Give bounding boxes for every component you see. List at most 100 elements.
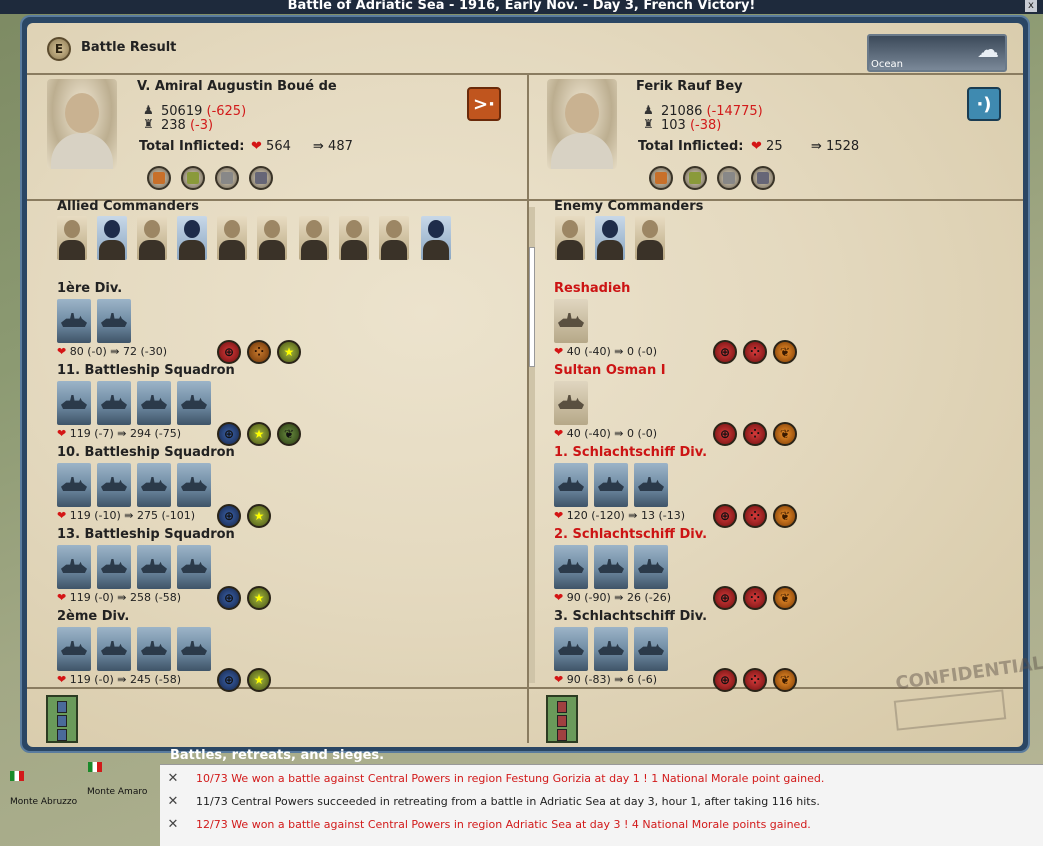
attack-icon: ⇛ [110,345,120,358]
enemy-ships: 103 (-38) [661,118,722,133]
attack-icon: ⇛ [313,139,324,154]
commander-icon[interactable] [339,216,369,260]
battleship-icon[interactable] [634,463,668,507]
tactic-icon[interactable] [147,166,171,190]
enemy-morale-bar [546,695,578,743]
battleship-icon[interactable] [97,627,131,671]
unit-stats: ❤ 80 (-0) ⇛ 72 (-30) [57,345,168,358]
battleship-icon[interactable] [554,545,588,589]
attack-posture-button[interactable]: >· [467,87,501,121]
battleship-icon[interactable] [594,545,628,589]
battleship-icon[interactable] [97,381,131,425]
battleship-icon[interactable] [57,463,91,507]
battleship-icon[interactable] [594,627,628,671]
battleship-icon[interactable] [57,627,91,671]
battleship-icon[interactable] [554,299,588,343]
rain-cloud-icon: ☁ [977,38,999,63]
tactic-icon[interactable] [649,166,673,190]
battleship-icon[interactable] [137,381,171,425]
link-icon[interactable] [717,166,741,190]
list-item[interactable]: ✕ 10/73 We won a battle against Central … [160,768,1043,790]
heart-icon: ❤ [554,427,564,440]
fleet-icon[interactable] [751,166,775,190]
battleship-icon[interactable] [177,627,211,671]
commander-icon[interactable] [257,216,287,260]
event-button[interactable]: E [47,37,71,61]
battleship-icon[interactable] [137,463,171,507]
captain-icon[interactable] [97,216,127,260]
star-icon: ★ [277,340,301,364]
unit-name[interactable]: 10. Battleship Squadron [57,445,235,460]
battleship-icon[interactable] [57,545,91,589]
formation-icon[interactable] [181,166,205,190]
unit-name[interactable]: 1ère Div. [57,281,122,296]
battle-result-window: E Battle Result ☁ Ocean V. Amiral August… [20,15,1043,753]
unit-stats: ❤ 119 (-7) ⇛ 294 (-75) [57,427,182,440]
battleship-icon[interactable] [57,299,91,343]
unit-name[interactable]: 1. Schlachtschiff Div. [554,445,707,460]
commander-icon[interactable] [555,216,585,260]
attack-icon: ⇛ [811,139,822,154]
commander-icon[interactable] [57,216,87,260]
battleship-icon[interactable] [97,545,131,589]
star-icon: ★ [247,422,271,446]
enemy-commander-portrait[interactable] [547,79,617,169]
unit-name[interactable]: 13. Battleship Squadron [57,527,235,542]
list-item[interactable]: ✕ 11/73 Central Powers succeeded in retr… [160,791,1043,813]
unit-name[interactable]: 3. Schlachtschiff Div. [554,609,707,624]
allied-commander-name: V. Amiral Augustin Boué de [137,79,337,94]
formation-icon[interactable] [683,166,707,190]
captain-icon[interactable] [595,216,625,260]
leaf-icon: ❦ [773,586,797,610]
commander-icon[interactable] [217,216,247,260]
captain-icon[interactable] [421,216,451,260]
soldier-icon: ♟ [143,103,154,117]
battleship-icon[interactable] [177,463,211,507]
news-text: 12/73 We won a battle against Central Po… [196,818,811,831]
unit-name[interactable]: 2ème Div. [57,609,129,624]
allied-commander-portrait[interactable] [47,79,117,169]
battleship-icon[interactable] [97,299,131,343]
leaf-icon: ❦ [773,340,797,364]
scrollbar-thumb[interactable] [529,247,535,367]
close-icon[interactable]: ✕ [166,795,180,809]
fleet-icon[interactable] [249,166,273,190]
town-label[interactable]: Monte Amaro [87,787,147,797]
battleship-icon[interactable] [634,627,668,671]
town-label[interactable]: Monte Abruzzo [10,797,77,807]
grid-icon: ⁘ [743,422,767,446]
close-icon[interactable]: ✕ [166,818,180,832]
artillery-icon: ♜ [643,117,654,131]
battleship-icon[interactable] [554,463,588,507]
unit-stats: ❤ 40 (-40) ⇛ 0 (-0) [554,345,658,358]
commander-icon[interactable] [379,216,409,260]
battleship-icon[interactable] [594,463,628,507]
commander-icon[interactable] [299,216,329,260]
battleship-icon[interactable] [177,545,211,589]
unit-name[interactable]: Reshadieh [554,281,630,296]
battleship-icon[interactable] [554,627,588,671]
battleship-icon[interactable] [137,627,171,671]
heart-icon: ❤ [57,591,67,604]
list-item[interactable]: ✕ 12/73 We won a battle against Central … [160,814,1043,836]
close-icon[interactable]: ✕ [166,772,180,786]
scrollbar[interactable] [529,207,535,683]
battleship-icon[interactable] [177,381,211,425]
close-icon[interactable]: x [1025,0,1037,12]
link-icon[interactable] [215,166,239,190]
battleship-icon[interactable] [57,381,91,425]
battleship-icon[interactable] [137,545,171,589]
unit-stats: ❤ 120 (-120) ⇛ 13 (-13) [554,509,686,522]
unit-name[interactable]: Sultan Osman I [554,363,666,378]
captain-icon[interactable] [177,216,207,260]
unit-name[interactable]: 2. Schlachtschiff Div. [554,527,707,542]
commander-icon[interactable] [635,216,665,260]
battleship-icon[interactable] [97,463,131,507]
battleship-icon[interactable] [554,381,588,425]
commander-icon[interactable] [137,216,167,260]
attack-icon: ⇛ [614,427,624,440]
unit-stats: ❤ 90 (-90) ⇛ 26 (-26) [554,591,672,604]
battleship-icon[interactable] [634,545,668,589]
defend-posture-button[interactable]: ·) [967,87,1001,121]
unit-name[interactable]: 11. Battleship Squadron [57,363,235,378]
